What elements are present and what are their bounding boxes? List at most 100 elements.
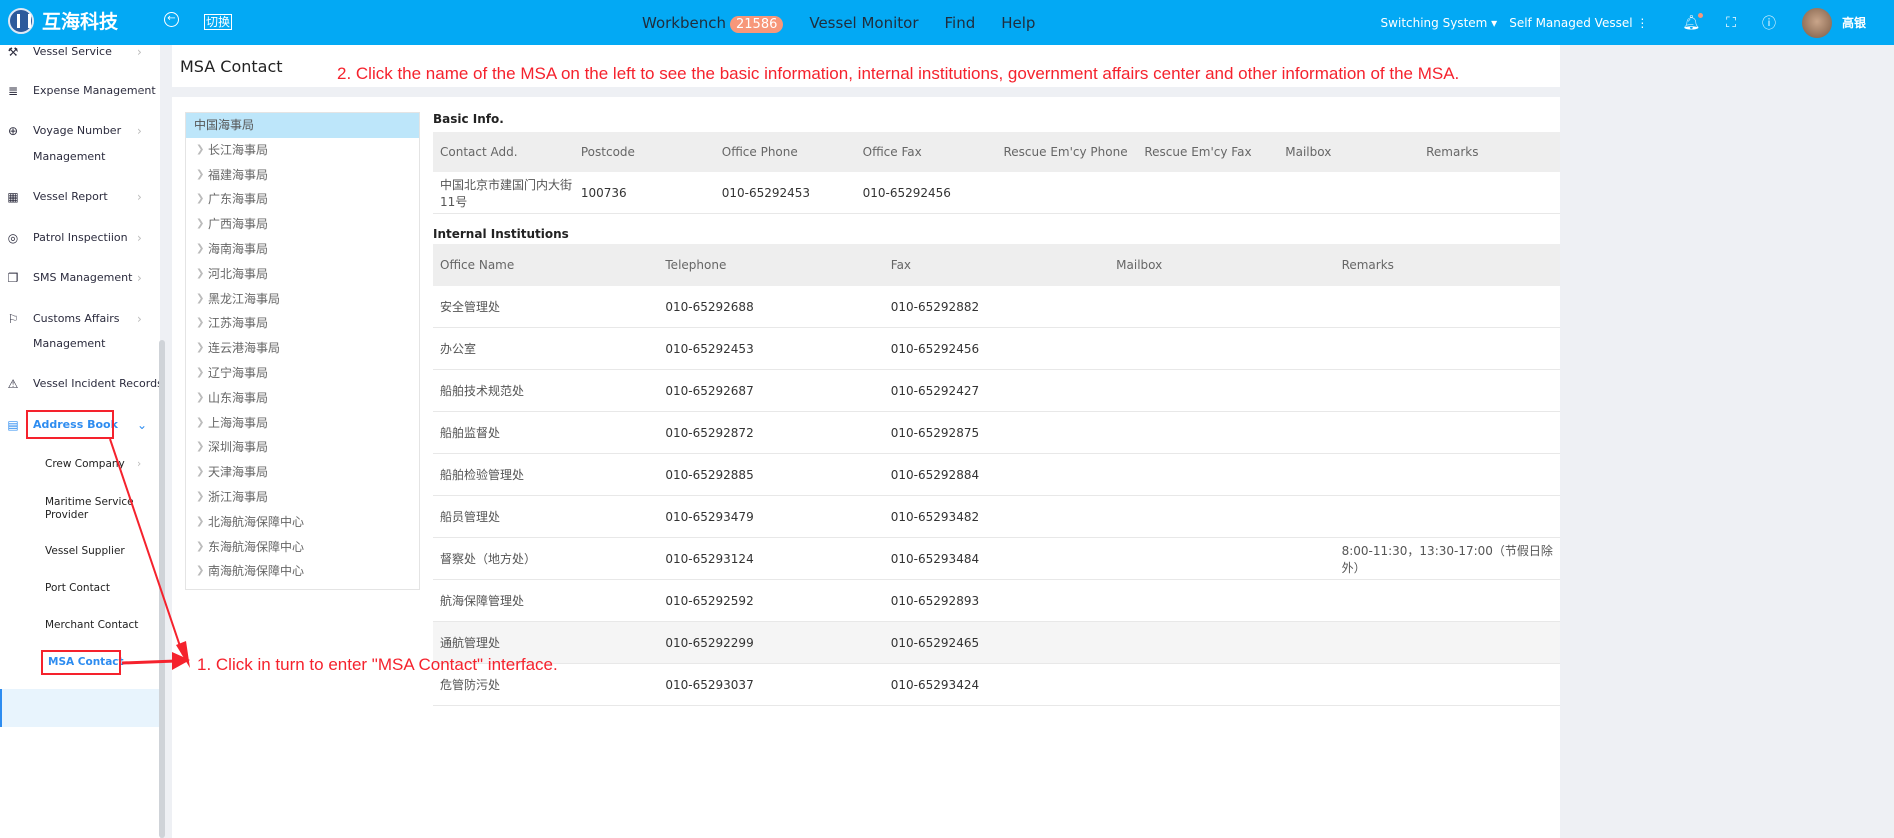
table-cell: 010-65292875 — [890, 425, 980, 440]
table-cell: 010-65292465 — [890, 635, 980, 650]
tree-node[interactable]: ❯ 江苏海事局 — [186, 311, 419, 336]
msa-tree: 中国海事局 ❯ 长江海事局 ❯ 福建海事局 ❯ 广东海事局 ❯ 广西海事局 ❯ 海南海事局 ❯ 河北海事… — [185, 112, 420, 590]
tree-node-label: 深圳海事局 — [208, 440, 269, 455]
table-row: 督察处（地方处） 010-65293124 010-65293484 8:00-11:… — [433, 538, 1560, 580]
warning-icon: ⚠ — [7, 377, 19, 391]
nav-find[interactable]: Find — [945, 14, 976, 32]
table-row: 办公室 010-65292453 010-65292456 — [433, 328, 1560, 370]
table-cell: 中国北京市建国门内大街11号 — [440, 177, 573, 209]
tree-node[interactable]: ❯ 海南海事局 — [186, 237, 419, 262]
tree-node[interactable]: ❯ 天津海事局 — [186, 460, 419, 485]
chevron-right-icon: ❯ — [196, 441, 205, 453]
server-icon: ▤ — [7, 418, 19, 432]
tree-node-label: 辽宁海事局 — [208, 365, 269, 380]
column-header: Remarks — [1341, 258, 1394, 272]
basic-info-table: Contact Add. Postcode Office Phone Office F… — [433, 132, 1560, 214]
tree-node[interactable]: ❯ 黑龙江海事局 — [186, 287, 419, 312]
chevron-right-icon: ❯ — [196, 143, 205, 155]
paint-roller-icon: ⚒ — [7, 45, 19, 59]
tree-node[interactable]: ❯ 浙江海事局 — [186, 485, 419, 510]
nav-vessel-monitor[interactable]: Vessel Monitor — [809, 14, 918, 32]
sidebar-label: SMS Management — [33, 271, 133, 284]
nav-label: Workbench — [642, 13, 726, 32]
chevron-right-icon: ❯ — [196, 193, 205, 205]
self-managed-vessel-menu[interactable]: Self Managed Vessel ⋮ — [1509, 16, 1648, 30]
sidebar-sub-vessel-supplier[interactable]: Vessel Supplier — [45, 545, 125, 558]
tree-node[interactable]: ❯ 北海航海保障中心 — [186, 510, 419, 535]
table-cell: 010-65293482 — [890, 509, 980, 524]
sidebar-sub-crew-company[interactable]: Crew Company › — [45, 458, 141, 471]
tree-node[interactable]: ❯ 连云港海事局 — [186, 336, 419, 361]
back-arrow-icon[interactable]: ← — [164, 12, 179, 27]
table-cell: 010-65293124 — [665, 551, 754, 566]
tree-node[interactable]: ❯ 广东海事局 — [186, 187, 419, 212]
tree-node[interactable]: ❯ 上海海事局 — [186, 411, 419, 436]
annotation-step-2: 2. Click the name of the MSA on the left… — [337, 64, 1460, 83]
tree-node[interactable]: ❯ 河北海事局 — [186, 262, 419, 287]
tree-node-label: 海南海事局 — [208, 241, 269, 256]
self-managed-label: Self Managed Vessel — [1509, 15, 1633, 30]
tree-node-label: 南海航海保障中心 — [208, 564, 305, 579]
logo-icon — [8, 7, 34, 34]
table-cell: 010-65292687 — [665, 383, 754, 398]
tree-node[interactable]: ❯ 广西海事局 — [186, 212, 419, 237]
tree-node[interactable]: ❯ 南海航海保障中心 — [186, 559, 419, 584]
tree-node-label: 浙江海事局 — [208, 489, 269, 504]
tree-node-label: 江苏海事局 — [208, 316, 269, 331]
avatar[interactable] — [1801, 7, 1832, 38]
tree-node[interactable]: ❯ 长江海事局 — [186, 138, 419, 163]
chevron-right-icon: › — [137, 312, 142, 326]
table-cell: 船员管理处 — [440, 510, 501, 524]
chevron-right-icon: ❯ — [196, 267, 205, 279]
chevron-right-icon: › — [137, 124, 142, 138]
sidebar-scrollbar[interactable] — [159, 340, 165, 838]
workbench-badge: 21586 — [730, 15, 784, 33]
tree-node[interactable]: ❯ 东海航海保障中心 — [186, 535, 419, 560]
logo[interactable]: 互海科技 — [8, 7, 118, 34]
calendar-icon: ▦ — [7, 190, 19, 204]
tree-node[interactable]: ❯ 福建海事局 — [186, 163, 419, 188]
table-cell: 010-65292299 — [665, 635, 754, 650]
fullscreen-icon[interactable]: ⛶ — [1726, 15, 1736, 31]
help-circle-icon[interactable]: ⓘ — [1762, 13, 1776, 33]
tree-node[interactable]: ❯ 深圳海事局 — [186, 435, 419, 460]
table-row: 船员管理处 010-65293479 010-65293482 — [433, 496, 1560, 538]
tree-node-label: 东海航海保障中心 — [208, 539, 305, 554]
table-cell: 010-65293484 — [890, 551, 980, 566]
documents-icon: ❐ — [7, 271, 19, 285]
table-cell: 010-65293037 — [665, 677, 754, 692]
sidebar: ⚒ Vessel Service › ≣ Expense Management › ⊕ V… — [0, 45, 163, 838]
internal-institutions-table: Office Name Telephone Fax Mailbox Remarks 安全… — [433, 244, 1560, 706]
tree-node[interactable]: 中国海事局 — [186, 113, 419, 138]
nav-help[interactable]: Help — [1001, 14, 1035, 32]
table-cell: 办公室 — [440, 342, 477, 356]
column-header: Rescue Em'cy Phone — [1003, 145, 1128, 159]
notification-dot — [1698, 12, 1704, 18]
switching-system-dropdown[interactable]: Switching System ▾ — [1381, 16, 1498, 30]
top-header: 互海科技 ← 切换 Workbench 21586 Vessel Monitor … — [0, 0, 1894, 45]
column-header: Mailbox — [1116, 258, 1163, 272]
sidebar-sub-maritime-service-provider[interactable]: Maritime Service Provider — [45, 496, 145, 522]
sidebar-sub-msa-contact[interactable]: MSA Contact — [48, 656, 124, 669]
database-icon: ≣ — [7, 84, 19, 98]
table-cell: 督察处（地方处） — [440, 552, 537, 566]
column-header: Office Name — [440, 258, 515, 272]
tree-node[interactable]: ❯ 辽宁海事局 — [186, 361, 419, 386]
sidebar-sub-merchant-contact[interactable]: Merchant Contact — [45, 619, 138, 632]
switch-button[interactable]: 切换 — [204, 14, 233, 30]
user-name[interactable]: 高银 — [1842, 14, 1866, 31]
bell-icon[interactable]: 🔔︎ — [1682, 12, 1704, 31]
table-row: 船舶检验管理处 010-65292885 010-65292884 — [433, 454, 1560, 496]
tree-node[interactable]: ❯ 山东海事局 — [186, 386, 419, 411]
sidebar-sub-port-contact[interactable]: Port Contact — [45, 582, 110, 595]
table-cell: 船舶检验管理处 — [440, 468, 525, 482]
chevron-right-icon: ❯ — [196, 242, 205, 254]
nav-workbench[interactable]: Workbench 21586 — [642, 13, 784, 33]
tree-node-label: 河北海事局 — [208, 266, 269, 281]
table-cell: 8:00-11:30，13:30-17:00（节假日除外） — [1341, 543, 1553, 575]
table-row: 航海保障管理处 010-65292592 010-65292893 — [433, 580, 1560, 622]
chevron-right-icon: ❯ — [196, 366, 205, 378]
table-cell: 010-65292427 — [890, 383, 980, 398]
tree-node-label: 长江海事局 — [208, 142, 269, 157]
sub-label: Crew Company — [45, 458, 125, 470]
